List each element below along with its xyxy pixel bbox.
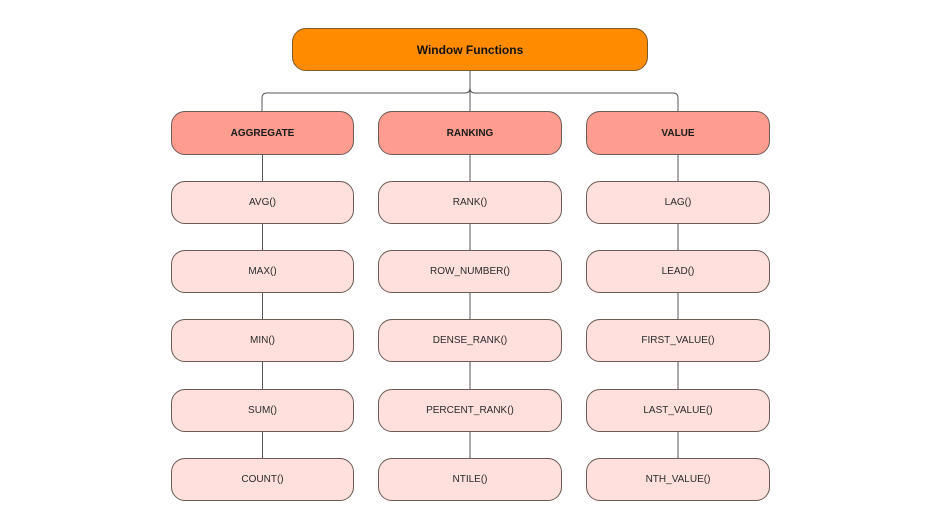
function-node: ROW_NUMBER() (378, 250, 562, 293)
function-label: AVG() (248, 197, 277, 208)
function-node: DENSE_RANK() (378, 319, 562, 362)
category-label: VALUE (661, 127, 695, 139)
function-label: FIRST_VALUE() (641, 335, 715, 346)
function-node: RANK() (378, 181, 562, 224)
function-node: LEAD() (586, 250, 770, 293)
function-node: NTH_VALUE() (586, 458, 770, 501)
category-label: AGGREGATE (230, 127, 295, 139)
function-label: RANK() (452, 197, 488, 208)
function-label: LAG() (664, 197, 692, 208)
root-to-aggregate-connector (261, 71, 471, 111)
function-label: NTH_VALUE() (645, 474, 711, 485)
function-node: PERCENT_RANK() (378, 389, 562, 432)
function-node: MAX() (171, 250, 354, 293)
function-node: LAG() (586, 181, 770, 224)
root-node-window-functions: Window Functions (292, 28, 648, 71)
function-node: AVG() (171, 181, 354, 224)
function-node: MIN() (171, 319, 354, 362)
function-node: COUNT() (171, 458, 354, 501)
function-node: FIRST_VALUE() (586, 319, 770, 362)
function-label: LEAD() (661, 266, 695, 277)
function-node: NTILE() (378, 458, 562, 501)
function-label: MIN() (250, 335, 275, 346)
category-label: RANKING (446, 127, 494, 139)
function-label: SUM() (248, 405, 277, 416)
function-label: ROW_NUMBER() (430, 266, 510, 277)
category-node-ranking: RANKING (378, 111, 562, 155)
root-node-label: Window Functions (416, 42, 524, 57)
function-label: LAST_VALUE() (643, 405, 713, 416)
function-label: MAX() (248, 266, 277, 277)
category-node-value: VALUE (586, 111, 770, 155)
category-node-aggregate: AGGREGATE (171, 111, 354, 155)
function-label: PERCENT_RANK() (426, 405, 514, 416)
root-to-value-connector (469, 71, 679, 111)
function-node: SUM() (171, 389, 354, 432)
function-label: COUNT() (241, 474, 284, 485)
function-label: DENSE_RANK() (432, 335, 508, 346)
function-label: NTILE() (452, 474, 488, 485)
function-node: LAST_VALUE() (586, 389, 770, 432)
